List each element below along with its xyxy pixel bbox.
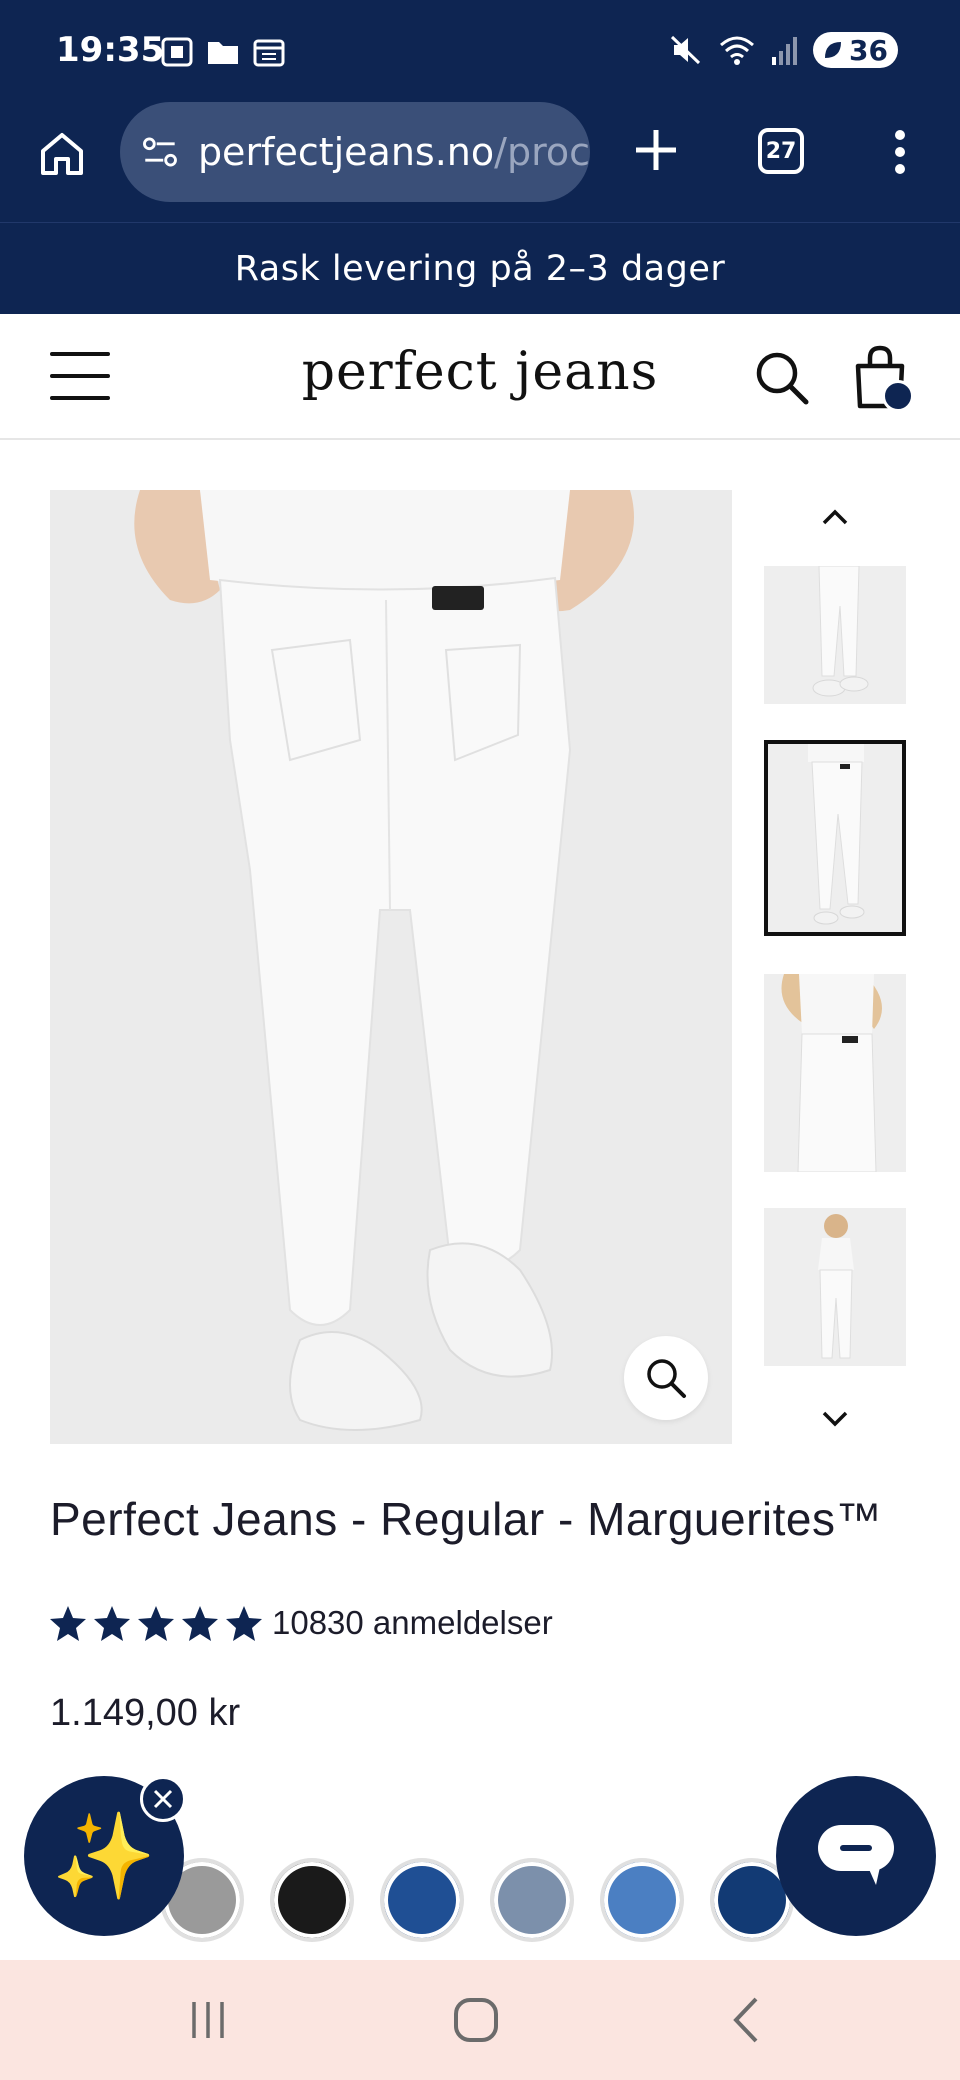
status-bar: 19:35 36 [0,0,960,100]
chevron-up-icon [822,509,848,525]
new-tab-button[interactable] [628,122,684,178]
zoom-icon [647,1359,686,1398]
star-rating [48,1604,264,1642]
status-system-icons: 36 [669,32,898,68]
folder-icon [208,42,238,64]
home-nav-button[interactable] [446,1990,506,2050]
zoom-button[interactable] [624,1336,708,1420]
product-price: 1.149,00 kr [50,1692,241,1734]
screenshot-icon [161,37,193,67]
chat-button[interactable] [776,1776,936,1936]
star-icon [226,1606,262,1641]
site-logo[interactable]: perfect jeans [240,342,720,402]
hamburger-line [50,396,110,400]
wifi-icon [720,36,755,65]
thumbnail-image [764,974,906,1172]
rating-row[interactable]: 10830 anmeldelser [48,1604,553,1642]
chat-bubble-icon [818,1825,894,1885]
product-title: Perfect Jeans - Regular - Marguerites™ [50,1493,882,1545]
close-icon [153,1789,173,1809]
star-icon [182,1606,218,1641]
recent-apps-button[interactable] [178,1990,238,2050]
battery-level: 36 [849,33,888,67]
status-time: 19:35 [56,30,165,70]
status-notification-icons [160,36,286,68]
search-icon [756,352,809,405]
cart-button[interactable] [852,344,914,414]
sparkles-icon: ✨ [51,1807,157,1905]
android-nav-bar [0,1960,960,2080]
url-text: perfectjeans.no/proc [198,130,590,174]
thumbnail-4[interactable] [764,1208,906,1366]
plus-icon [636,130,676,170]
thumbnail-3[interactable] [764,974,906,1172]
browser-home-button[interactable] [34,126,90,182]
cart-badge [882,380,914,412]
thumbnail-image [764,566,906,704]
url-path: /proc [494,130,590,174]
hamburger-line [50,352,110,356]
battery-indicator: 36 [813,32,898,68]
search-button[interactable] [752,348,812,408]
back-nav-button[interactable] [716,1990,776,2050]
browser-toolbar: perfectjeans.no/proc 27 [0,100,960,222]
chevron-down-icon [822,1411,848,1427]
browser-menu-button[interactable] [880,120,920,184]
thumbnail-image [768,744,902,932]
product-photo [50,490,732,1444]
site-header: perfect jeans [0,314,960,440]
thumbnail-1[interactable] [764,566,906,704]
calendar-icon [253,39,285,67]
thumbnail-prev-button[interactable] [812,494,858,540]
thumbnail-next-button[interactable] [812,1396,858,1442]
home-icon [41,133,83,175]
thumbnail-image [764,1208,906,1366]
tab-switcher-button[interactable]: 27 [758,128,804,174]
ai-assistant-close-button[interactable] [140,1776,186,1822]
more-vert-icon [895,130,905,174]
menu-button[interactable] [50,352,110,400]
thumbnail-2-selected[interactable] [764,740,906,936]
color-swatch-light-blue[interactable] [600,1858,684,1942]
star-icon [50,1606,86,1641]
mute-icon [670,35,701,65]
battery-saver-icon [825,42,842,58]
star-icon [138,1606,174,1641]
site-settings-icon[interactable] [142,132,178,172]
home-circle-icon [454,1998,498,2042]
recent-apps-icon [192,2002,224,2038]
star-icon [94,1606,130,1641]
color-swatch-black[interactable] [270,1858,354,1942]
color-swatch-grey-blue[interactable] [490,1858,574,1942]
color-swatch-blue[interactable] [380,1858,464,1942]
review-count[interactable]: 10830 anmeldelser [272,1604,553,1642]
product-main-image[interactable] [50,490,732,1444]
url-domain: perfectjeans.no [197,130,495,174]
hamburger-line [50,374,110,378]
signal-icon [772,37,798,65]
back-icon [733,1997,758,2043]
address-bar[interactable]: perfectjeans.no/proc [120,102,590,202]
announcement-bar: Rask levering på 2–3 dager [0,222,960,314]
